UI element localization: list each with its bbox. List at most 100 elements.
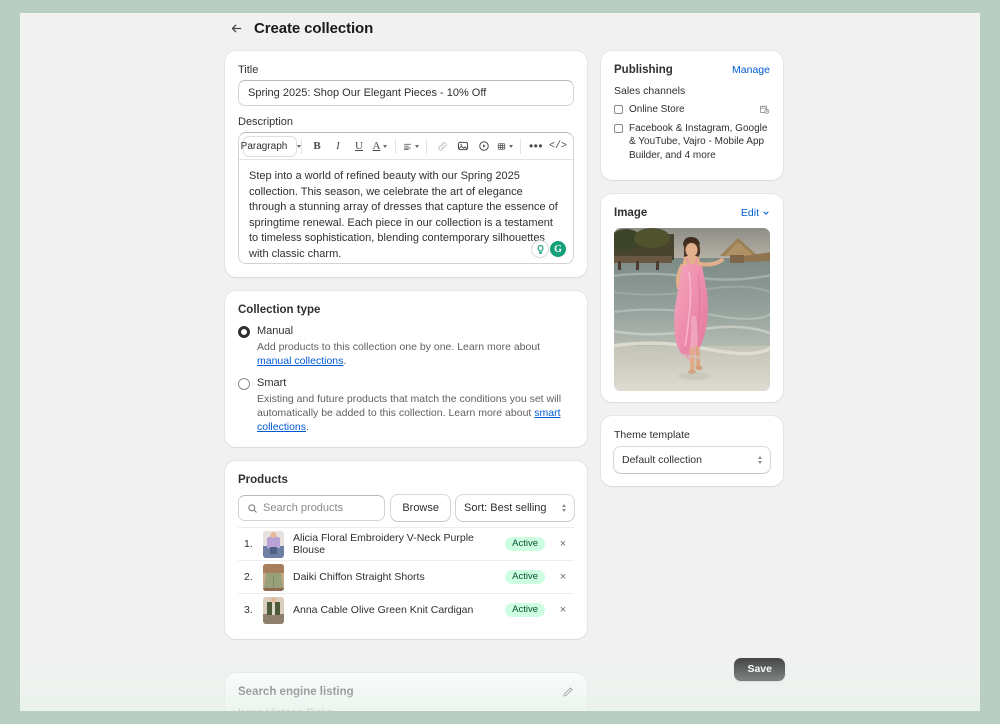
manage-channels-link[interactable]: Manage [732, 64, 770, 76]
table-row[interactable]: 1. Alicia Floral Embroidery V-Neck Purpl… [238, 527, 574, 560]
save-button[interactable]: Save [734, 658, 785, 681]
publishing-header: Publishing Manage [614, 64, 770, 76]
save-bar: Save [225, 658, 785, 681]
arrow-left-icon[interactable] [228, 21, 244, 37]
align-icon[interactable] [401, 136, 421, 156]
block-format-select[interactable]: Paragraph [241, 136, 302, 156]
collection-type-title: Collection type [238, 304, 321, 316]
toolbar-divider [520, 138, 521, 154]
title-label: Title [238, 64, 259, 76]
page-title: Create collection [254, 20, 374, 37]
search-products-input[interactable]: Search products [238, 495, 386, 521]
code-view-button[interactable]: </> [548, 136, 568, 156]
insert-video-icon[interactable] [474, 136, 494, 156]
search-products-placeholder: Search products [263, 502, 344, 514]
collection-type-card: Collection type Manual Add products to t… [225, 291, 587, 447]
table-row[interactable]: 2. Daiki Chiffon Straight Shorts Active … [238, 560, 574, 593]
italic-button[interactable]: I [328, 136, 348, 156]
link-icon[interactable] [432, 136, 452, 156]
product-name: Daiki Chiffon Straight Shorts [293, 571, 425, 583]
product-index: 1. [244, 538, 253, 550]
radio-help-manual-suffix: . [343, 355, 347, 367]
theme-template-select[interactable]: Default collection [614, 447, 770, 473]
text-color-button[interactable]: A [370, 136, 390, 156]
sort-select[interactable]: Sort: Best selling [456, 495, 574, 521]
channel-row-online-store[interactable]: Online Store [614, 103, 770, 117]
status-badge: Active [505, 537, 545, 551]
chevron-down-icon [762, 209, 770, 217]
publishing-card: Publishing Manage Sales channels Online … [601, 51, 783, 180]
radio-row-manual[interactable]: Manual [238, 325, 574, 338]
main-column: Title Spring 2025: Shop Our Elegant Piec… [225, 51, 587, 711]
assistant-bulb-icon[interactable] [532, 241, 548, 257]
editor-toolbar: Paragraph B I U A ••• </> [239, 133, 573, 160]
description-editor: Paragraph B I U A ••• </> Step into a wo… [238, 132, 574, 264]
grammarly-icon[interactable]: G [550, 241, 566, 257]
browse-button[interactable]: Browse [391, 495, 450, 521]
radio-help-manual: Add products to this collection one by o… [257, 340, 574, 368]
radio-label-smart: Smart [257, 377, 287, 389]
theme-template-card: Theme template Default collection [601, 416, 783, 486]
underline-button[interactable]: U [349, 136, 369, 156]
remove-product-icon[interactable]: × [554, 535, 572, 553]
theme-template-value: Default collection [622, 454, 702, 466]
more-options-button[interactable]: ••• [526, 136, 546, 156]
products-card: Products Search products Browse Sort: Be… [225, 461, 587, 639]
bold-button[interactable]: B [307, 136, 327, 156]
collection-type-option-manual: Manual Add products to this collection o… [238, 325, 574, 368]
radio-smart[interactable] [238, 378, 250, 390]
insert-table-icon[interactable] [495, 136, 515, 156]
collection-image[interactable] [614, 228, 770, 391]
calendar-clock-icon[interactable] [759, 104, 770, 115]
image-title: Image [614, 207, 648, 219]
theme-template-stepper-icon [758, 456, 762, 464]
status-badge: Active [505, 570, 545, 584]
seo-shop-name: Irene Vintage Picks [238, 707, 574, 711]
channel-label-online-store: Online Store [629, 104, 685, 115]
product-name: Anna Cable Olive Green Knit Cardigan [293, 604, 474, 616]
radio-row-smart[interactable]: Smart [238, 377, 574, 390]
image-header: Image Edit [614, 207, 770, 219]
edit-image-label: Edit [740, 207, 759, 219]
table-row[interactable]: 3. Anna Cable Olive Green Knit Cardigan [238, 593, 574, 626]
search-icon [247, 503, 258, 514]
description-textarea[interactable]: Step into a world of refined beauty with… [239, 160, 573, 263]
radio-help-smart-suffix: . [306, 421, 309, 433]
toolbar-divider [426, 138, 427, 154]
products-title: Products [238, 474, 288, 486]
chevron-down-icon [415, 144, 419, 148]
product-thumbnail [263, 530, 284, 558]
title-input[interactable]: Spring 2025: Shop Our Elegant Pieces - 1… [238, 80, 574, 106]
insert-image-icon[interactable] [453, 136, 473, 156]
collection-type-option-smart: Smart Existing and future products that … [238, 377, 574, 434]
description-label: Description [238, 116, 294, 128]
product-index: 2. [244, 571, 253, 583]
channel-row-other-channels[interactable]: Facebook & Instagram, Google & YouTube, … [614, 122, 770, 163]
sort-stepper-icon [562, 504, 566, 512]
product-name: Alicia Floral Embroidery V-Neck Purple B… [293, 532, 474, 556]
remove-product-icon[interactable]: × [554, 601, 572, 619]
radio-manual[interactable] [238, 326, 250, 338]
remove-product-icon[interactable]: × [554, 568, 572, 586]
product-list: 1. Alicia Floral Embroidery V-Neck Purpl… [238, 527, 574, 626]
edit-image-button[interactable]: Edit [741, 207, 770, 219]
seo-title: Search engine listing [238, 686, 354, 698]
image-card: Image Edit [601, 194, 783, 402]
toolbar-divider [395, 138, 396, 154]
checkbox-online-store[interactable] [614, 105, 623, 114]
radio-help-smart: Existing and future products that match … [257, 392, 574, 434]
radio-help-manual-text: Add products to this collection one by o… [257, 341, 541, 353]
product-thumbnail [263, 596, 284, 624]
radio-label-manual: Manual [257, 325, 294, 337]
seo-header: Search engine listing [238, 686, 574, 698]
product-index: 3. [244, 604, 253, 616]
manual-collections-link[interactable]: manual collections [257, 355, 343, 367]
channel-label-other-channels: Facebook & Instagram, Google & YouTube, … [629, 122, 768, 161]
status-badge: Active [505, 603, 545, 617]
page-header: Create collection [228, 20, 373, 37]
page-content: Title Spring 2025: Shop Our Elegant Piec… [225, 51, 785, 711]
theme-template-label: Theme template [614, 429, 690, 441]
pencil-icon[interactable] [562, 686, 574, 698]
text-color-label: A [372, 140, 381, 152]
checkbox-other-channels[interactable] [614, 123, 623, 133]
